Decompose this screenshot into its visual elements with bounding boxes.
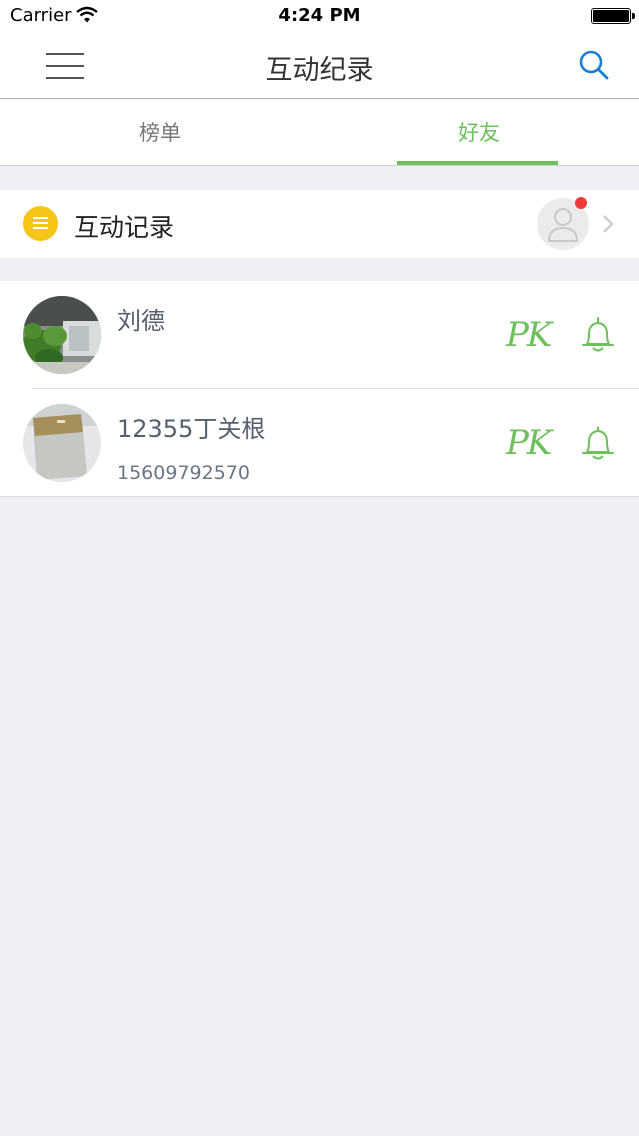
- tab-bar: 榜单 好友: [0, 100, 639, 166]
- list-item[interactable]: 刘德 PK: [0, 281, 639, 389]
- avatar[interactable]: [23, 296, 101, 374]
- status-bar: Carrier 4:24 PM: [0, 0, 639, 33]
- active-tab-indicator: [397, 161, 558, 165]
- friend-name: 刘德: [117, 307, 165, 335]
- nav-bar: 互动纪录: [0, 33, 639, 99]
- battery-icon: [591, 8, 635, 24]
- record-label: 互动记录: [74, 213, 175, 242]
- friend-name: 12355丁关根: [117, 415, 266, 443]
- avatar[interactable]: [23, 404, 101, 482]
- bell-icon[interactable]: [580, 424, 616, 462]
- note-icon: [23, 206, 58, 241]
- status-time: 4:24 PM: [278, 5, 361, 26]
- bell-icon[interactable]: [580, 316, 616, 354]
- friend-list: 刘德 PK 12355丁关根 15609792570 PK: [0, 281, 639, 497]
- tab-ranking[interactable]: 榜单: [0, 100, 320, 166]
- friend-phone: 15609792570: [117, 462, 250, 484]
- search-icon[interactable]: [578, 49, 610, 81]
- page-title: 互动纪录: [265, 55, 374, 86]
- list-item[interactable]: 12355丁关根 15609792570 PK: [0, 389, 639, 497]
- pk-button[interactable]: PK: [506, 317, 552, 353]
- interaction-record-row[interactable]: 互动记录: [0, 190, 639, 258]
- tab-friends[interactable]: 好友: [319, 100, 639, 166]
- pk-button[interactable]: PK: [506, 425, 552, 461]
- chevron-right-icon: [603, 215, 614, 233]
- unread-badge: [575, 197, 587, 209]
